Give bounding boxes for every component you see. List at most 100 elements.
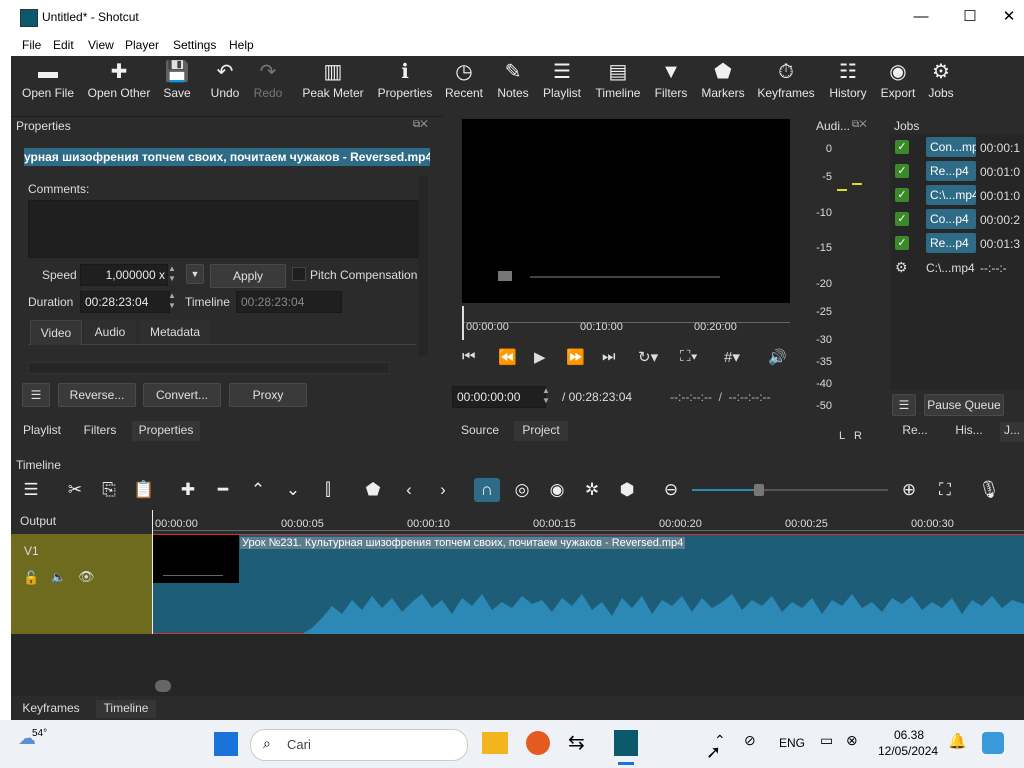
clip-file-name[interactable]: урная шизофрения топчем своих, почитаем …	[24, 148, 430, 166]
properties-menu-button[interactable]: ☰	[22, 383, 50, 407]
remove-icon[interactable]: ━	[210, 478, 236, 502]
filters-button[interactable]: ▼ Filters	[652, 58, 690, 100]
rewind-icon[interactable]: ⏪	[498, 348, 517, 366]
current-time-input[interactable]: 00:00:00:00	[452, 386, 546, 408]
skip-to-end-icon[interactable]: ⏭	[602, 348, 616, 365]
properties-float-icon[interactable]: ⧉✕	[413, 119, 428, 130]
timeline-scroll-handle[interactable]	[155, 680, 171, 692]
lift-icon[interactable]: ⌃	[245, 478, 271, 502]
history-button[interactable]: ☷ History	[826, 58, 870, 100]
pitch-compensation-checkbox[interactable]	[292, 267, 306, 281]
timeline-button[interactable]: ▤ Timeline	[592, 58, 644, 100]
duration-input[interactable]: 00:28:23:04	[80, 291, 170, 313]
pause-queue-button[interactable]: Pause Queue	[924, 394, 1004, 416]
proxy-button[interactable]: Proxy	[229, 383, 307, 407]
notification-bell-icon[interactable]: 🔔	[948, 732, 967, 750]
player-playhead[interactable]	[462, 306, 464, 340]
speed-input[interactable]: 1,000000 x	[80, 264, 168, 286]
paste-icon[interactable]: 📋	[131, 478, 157, 502]
properties-horizontal-scrollbar[interactable]	[28, 362, 390, 374]
jobs-menu-button[interactable]: ☰	[892, 394, 916, 416]
job-name[interactable]: C:\...mp4	[926, 185, 976, 205]
zoom-in-icon[interactable]: ⊕	[896, 478, 922, 502]
zoom-fit-icon[interactable]: ⛶▾	[680, 348, 698, 365]
grid-icon[interactable]: #▾	[724, 348, 740, 366]
copy-icon[interactable]: ⎘	[96, 478, 122, 502]
next-marker-icon[interactable]: ›	[430, 478, 456, 502]
properties-scrollbar[interactable]	[418, 176, 428, 356]
track-header-v1[interactable]: V1 🔓 🔈 👁	[11, 534, 152, 634]
shotcut-taskbar-icon[interactable]	[614, 730, 638, 756]
comments-textarea[interactable]	[28, 200, 418, 258]
lock-icon[interactable]: 🔓	[23, 570, 39, 586]
loop-icon[interactable]: ↻▾	[638, 348, 658, 366]
bottom-tab-properties[interactable]: Properties	[132, 421, 200, 441]
reverse-button[interactable]: Reverse...	[58, 383, 136, 407]
network-icon[interactable]: ⊘	[744, 732, 756, 749]
tab-audio[interactable]: Audio	[84, 320, 136, 344]
job-name[interactable]: Con...mp	[926, 137, 976, 157]
hide-icon[interactable]: 👁	[78, 569, 95, 585]
tab-video[interactable]: Video	[30, 320, 82, 345]
ripple-icon[interactable]: ◉	[544, 478, 570, 502]
tab-metadata[interactable]: Metadata	[140, 320, 210, 344]
save-button[interactable]: 💾 Save	[158, 58, 196, 100]
overwrite-icon[interactable]: ⌄	[280, 478, 306, 502]
copilot-icon[interactable]	[982, 732, 1004, 754]
play-icon[interactable]: ▶	[534, 348, 546, 366]
open-other-button[interactable]: ✚ Open Other	[86, 58, 152, 100]
audio-meter-float-icon[interactable]: ⧉✕	[852, 119, 867, 130]
split-icon[interactable]: ⫿	[315, 478, 341, 502]
undo-button[interactable]: ↶ Undo	[206, 58, 244, 100]
track-clip[interactable]: Урок №231. Культурная шизофрения топчем …	[152, 534, 1024, 634]
timeline-menu-icon[interactable]: ☰	[18, 478, 44, 502]
player-ruler[interactable]: 00:00:00 00:10:00 00:20:00	[462, 306, 790, 340]
record-audio-icon[interactable]: 🎙	[976, 478, 1002, 502]
recent-button[interactable]: ◷ Recent	[442, 58, 486, 100]
skip-to-start-icon[interactable]: ⏮	[462, 348, 476, 365]
notes-button[interactable]: ✎ Notes	[494, 58, 532, 100]
taskbar-search[interactable]: ⌕ Cari	[250, 729, 468, 761]
display-icon[interactable]: ▭	[820, 732, 833, 749]
properties-button[interactable]: ℹ Properties	[374, 58, 436, 100]
switch-app-icon[interactable]: ⇆	[568, 730, 585, 755]
ripple-markers-icon[interactable]: ⬢	[614, 478, 640, 502]
maximize-button[interactable]: ☐	[947, 4, 993, 30]
cut-icon[interactable]: ✂	[62, 478, 88, 502]
marker-icon[interactable]: ⬟	[360, 478, 386, 502]
bottom-tab-keyframes[interactable]: Keyframes	[18, 700, 84, 718]
jobs-tab-history[interactable]: His...	[948, 422, 990, 442]
redo-button[interactable]: ↷ Redo	[250, 58, 286, 100]
job-name[interactable]: Re...p4	[926, 161, 976, 181]
speed-dropdown-button[interactable]: ▼	[186, 264, 204, 284]
scrub-icon[interactable]: ◎	[509, 478, 535, 502]
apply-button[interactable]: Apply	[210, 264, 286, 288]
close-button[interactable]: ✕	[994, 4, 1024, 30]
menu-player[interactable]: Player	[125, 38, 159, 52]
snap-icon[interactable]: ∩	[474, 478, 500, 502]
minimize-button[interactable]: —	[898, 4, 944, 30]
speed-spin-icon[interactable]: ▲ ▼	[168, 264, 180, 284]
ripple-all-tracks-icon[interactable]: ✲	[579, 478, 605, 502]
job-name[interactable]: Re...p4	[926, 233, 976, 253]
zoom-out-icon[interactable]: ⊖	[658, 478, 684, 502]
previous-marker-icon[interactable]: ‹	[396, 478, 422, 502]
menu-file[interactable]: File	[22, 38, 41, 52]
zoom-slider-handle[interactable]	[754, 484, 764, 496]
video-preview[interactable]	[462, 119, 790, 303]
menu-help[interactable]: Help	[229, 38, 254, 52]
menu-view[interactable]: View	[88, 38, 114, 52]
peak-meter-button[interactable]: ▥ Peak Meter	[300, 58, 366, 100]
current-time-spin-icon[interactable]: ▲ ▼	[542, 386, 554, 406]
bottom-tab-filters[interactable]: Filters	[78, 422, 122, 442]
file-explorer-icon[interactable]	[482, 732, 508, 754]
menu-settings[interactable]: Settings	[173, 38, 216, 52]
markers-button[interactable]: ⬟ Markers	[700, 58, 746, 100]
keyframes-button[interactable]: ⏱ Keyframes	[756, 58, 816, 100]
player-tab-project[interactable]: Project	[514, 421, 568, 441]
menu-edit[interactable]: Edit	[53, 38, 74, 52]
volume-muted-icon[interactable]: ⊗	[846, 732, 858, 749]
jobs-button[interactable]: ⚙ Jobs	[924, 58, 958, 100]
append-icon[interactable]: ✚	[175, 478, 201, 502]
volume-icon[interactable]: 🔊	[768, 348, 787, 366]
